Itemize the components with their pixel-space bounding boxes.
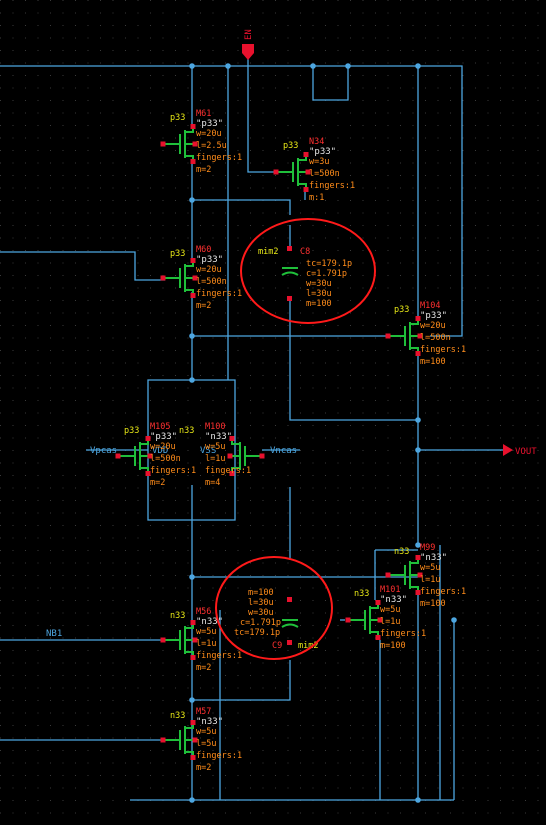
transistor-param: fingers:1 <box>196 751 242 761</box>
cap-c9-param: w=30u <box>248 608 274 618</box>
transistor-param: m=2 <box>196 301 211 311</box>
transistor-name: M99 <box>420 543 435 553</box>
transistor-param: fingers:1 <box>205 466 251 476</box>
transistor-model: "n33" <box>205 432 232 442</box>
transistor-model: "p33" <box>420 311 447 321</box>
transistor-param: w=20u <box>196 265 222 275</box>
transistor-param: w=5u <box>380 605 400 615</box>
cap-c9-name: C9 <box>272 641 282 651</box>
vncas-label: Vncas <box>270 446 297 456</box>
transistor-param: m=2 <box>150 478 165 488</box>
transistor-param: w=5u <box>196 627 216 637</box>
nb1-label: NB1 <box>46 629 62 639</box>
transistor-param: l=2.5u <box>196 141 227 151</box>
transistor-cell: n33 <box>354 589 369 599</box>
transistor-param: fingers:1 <box>150 466 196 476</box>
transistor-model: "n33" <box>196 717 223 727</box>
transistor-cell: p33 <box>283 141 298 151</box>
transistor-cell: p33 <box>124 426 139 436</box>
transistor-cell: n33 <box>170 711 185 721</box>
transistor-param: fingers:1 <box>196 651 242 661</box>
transistor-param: m:1 <box>309 193 324 203</box>
cap-c8-param: c=1.791p <box>306 269 347 279</box>
transistor-param: fingers:1 <box>196 289 242 299</box>
transistor-param: m=2 <box>196 663 211 673</box>
cap-c9-param: l=30u <box>248 598 274 608</box>
transistor-cell: n33 <box>179 426 194 436</box>
transistor-param: fingers:1 <box>380 629 426 639</box>
transistor-cell: n33 <box>394 547 409 557</box>
transistor-param: fingers:1 <box>196 153 242 163</box>
transistor-name: M57 <box>196 707 211 717</box>
transistor-param: m=100 <box>380 641 406 651</box>
transistor-cell: p33 <box>394 305 409 315</box>
cap-c9-param: c=1.791p <box>240 618 281 628</box>
transistor-name: M56 <box>196 607 211 617</box>
transistor-param: l=1u <box>380 617 400 627</box>
transistor-name: M104 <box>420 301 440 311</box>
transistor-param: l=1u <box>420 575 440 585</box>
vout-label: VOUT <box>515 447 537 457</box>
grid-background <box>0 0 546 825</box>
transistor-model: "p33" <box>196 255 223 265</box>
transistor-model: "p33" <box>150 432 177 442</box>
cap-c8-param: w=30u <box>306 279 332 289</box>
transistor-param: fingers:1 <box>420 587 466 597</box>
transistor-model: "p33" <box>309 147 336 157</box>
transistor-cell: p33 <box>170 113 185 123</box>
transistor-model: "n33" <box>420 553 447 563</box>
schematic-canvas[interactable]: EN VOUT Vpcas Vncas NB1 VDD VSS p33 M61"p… <box>0 0 546 825</box>
transistor-param: w=20u <box>196 129 222 139</box>
transistor-param: m=100 <box>420 599 446 609</box>
transistor-param: w=5u <box>196 727 216 737</box>
cap-c8-cell: mim2 <box>258 247 278 257</box>
transistor-name: M105 <box>150 422 170 432</box>
transistor-name: M100 <box>205 422 225 432</box>
transistor-param: fingers:1 <box>420 345 466 355</box>
transistor-name: M60 <box>196 245 211 255</box>
transistor-model: "n33" <box>380 595 407 605</box>
cap-c8-param: tc=179.1p <box>306 259 352 269</box>
vpcas-label: Vpcas <box>90 446 117 456</box>
cap-c9-param: tc=179.1p <box>234 628 280 638</box>
transistor-param: fingers:1 <box>309 181 355 191</box>
transistor-cell: p33 <box>170 249 185 259</box>
transistor-param: m=2 <box>196 763 211 773</box>
transistor-param: w=20u <box>420 321 446 331</box>
transistor-param: m=100 <box>420 357 446 367</box>
en-label: EN <box>244 29 254 40</box>
transistor-name: N34 <box>309 137 324 147</box>
transistor-name: M101 <box>380 585 400 595</box>
transistor-param: w=20u <box>150 442 176 452</box>
transistor-cell: n33 <box>170 611 185 621</box>
transistor-param: l=5u <box>196 739 216 749</box>
cap-c8-param: m=100 <box>306 299 332 309</box>
transistor-param: l=1u <box>196 639 216 649</box>
transistor-param: m=2 <box>196 165 211 175</box>
transistor-param: w=5u <box>420 563 440 573</box>
cap-c8-name: C8 <box>300 247 310 257</box>
transistor-param: l=1u <box>205 454 225 464</box>
transistor-name: M61 <box>196 109 211 119</box>
transistor-param: l=500n <box>150 454 181 464</box>
transistor-param: w=3u <box>309 157 329 167</box>
transistor-param: l=500n <box>420 333 451 343</box>
transistor-param: l=500n <box>196 277 227 287</box>
cap-c8-param: l=30u <box>306 289 332 299</box>
cap-c9-param: m=100 <box>248 588 274 598</box>
transistor-model: "p33" <box>196 119 223 129</box>
transistor-param: l=500n <box>309 169 340 179</box>
transistor-param: m=4 <box>205 478 220 488</box>
transistor-param: w=5u <box>205 442 225 452</box>
